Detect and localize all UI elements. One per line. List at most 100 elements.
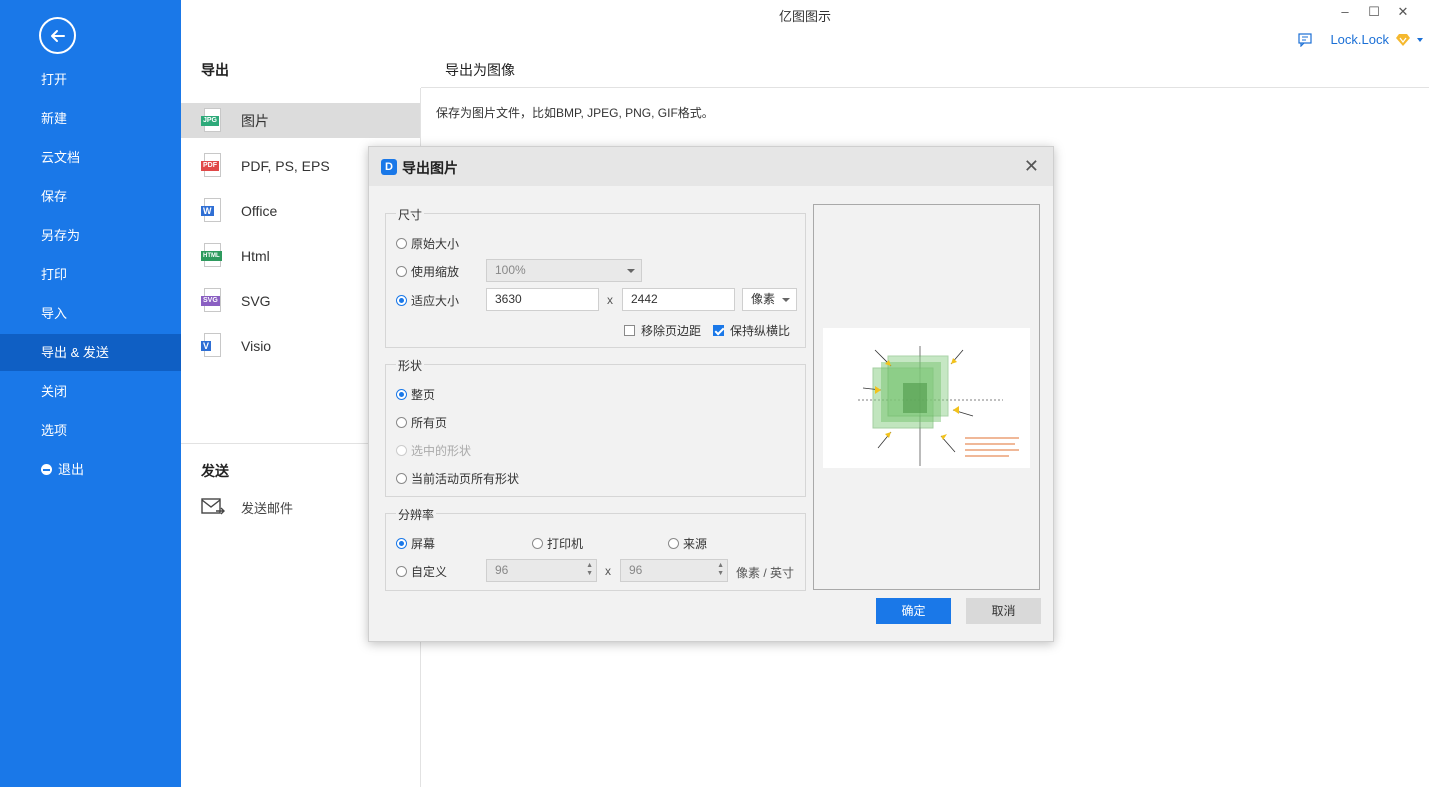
radio-label: 打印机 xyxy=(547,537,584,551)
preview-diagram xyxy=(858,346,1023,466)
width-input[interactable]: 3630 xyxy=(486,288,599,311)
resolution-group-title: 分辨率 xyxy=(396,506,437,523)
export-heading: 导出 xyxy=(201,62,229,78)
send-heading: 发送 xyxy=(201,463,229,479)
user-name[interactable]: Lock.Lock xyxy=(1330,32,1389,47)
radio-icon xyxy=(396,566,407,577)
svg-file-icon: SVG xyxy=(201,287,223,314)
close-icon[interactable]: ✕ xyxy=(1024,156,1039,177)
radio-label: 屏幕 xyxy=(411,537,436,551)
app-logo-icon: D xyxy=(381,159,397,175)
chevron-down-icon[interactable] xyxy=(1417,37,1423,42)
radio-current-page-shapes[interactable]: 当前活动页所有形状 xyxy=(396,470,519,487)
radio-label: 自定义 xyxy=(411,565,448,579)
size-group: 尺寸 原始大小 使用缩放 100% 适应大小 3630 x 2442 像素 移除… xyxy=(385,206,806,348)
zoom-select[interactable]: 100% xyxy=(486,259,642,282)
radio-label: 选中的形状 xyxy=(411,444,472,458)
keep-ratio-checkbox[interactable]: 保持纵横比 xyxy=(713,322,790,339)
radio-icon xyxy=(396,538,407,549)
sidebar-item-cloud-docs[interactable]: 云文档 xyxy=(0,139,181,176)
export-preview xyxy=(813,204,1040,590)
radio-icon xyxy=(396,238,407,249)
dpi-y-value: 96 xyxy=(629,563,643,577)
radio-fit-size[interactable]: 适应大小 xyxy=(396,292,459,309)
dpi-x-value: 96 xyxy=(495,563,509,577)
radio-icon xyxy=(396,473,407,484)
remove-margin-checkbox[interactable]: 移除页边距 xyxy=(624,322,701,339)
radio-icon xyxy=(396,295,407,306)
sidebar-item-exit[interactable]: 退出 xyxy=(0,451,181,488)
content-description: 保存为图片文件，比如BMP, JPEG, PNG, GIF格式。 xyxy=(436,106,714,120)
sidebar-item-print[interactable]: 打印 xyxy=(0,256,181,293)
resolution-group: 分辨率 屏幕 打印机 来源 自定义 96 ▲ ▼ x 96 ▲ ▼ 像素 / 英寸 xyxy=(385,506,806,591)
unit-select[interactable]: 像素 xyxy=(742,288,797,311)
shape-group: 形状 整页 所有页 选中的形状 当前活动页所有形状 xyxy=(385,357,806,497)
dpi-unit-label: 像素 / 英寸 xyxy=(736,566,795,580)
sidebar-item-close[interactable]: 关闭 xyxy=(0,373,181,410)
sidebar-item-save[interactable]: 保存 xyxy=(0,178,181,215)
dpi-y-input[interactable]: 96 ▲ ▼ xyxy=(620,559,728,582)
format-label: Visio xyxy=(241,337,272,354)
unit-value: 像素 xyxy=(751,292,776,306)
format-item-image[interactable]: JPG 图片 xyxy=(181,103,420,138)
radio-printer[interactable]: 打印机 xyxy=(532,535,583,552)
radio-whole-page[interactable]: 整页 xyxy=(396,386,435,403)
radio-label: 使用缩放 xyxy=(411,265,460,279)
radio-source[interactable]: 来源 xyxy=(668,535,707,552)
sidebar-item-import[interactable]: 导入 xyxy=(0,295,181,332)
close-window-button[interactable]: ✕ xyxy=(1393,4,1413,20)
radio-use-zoom[interactable]: 使用缩放 xyxy=(396,263,459,280)
divider xyxy=(421,87,1429,88)
radio-icon xyxy=(668,538,679,549)
sidebar: 打开 新建 云文档 保存 另存为 打印 导入 导出 & 发送 关闭 选项 退出 xyxy=(0,0,181,787)
sidebar-item-options[interactable]: 选项 xyxy=(0,412,181,449)
radio-label: 所有页 xyxy=(411,416,448,430)
radio-label: 原始大小 xyxy=(411,237,460,251)
radio-all-pages[interactable]: 所有页 xyxy=(396,414,447,431)
radio-icon xyxy=(396,266,407,277)
arrow-left-icon xyxy=(50,29,65,42)
send-email-button[interactable]: 发送邮件 xyxy=(201,497,293,517)
sidebar-item-export-send[interactable]: 导出 & 发送 xyxy=(0,334,181,371)
dpi-x-input[interactable]: 96 ▲ ▼ xyxy=(486,559,597,582)
shape-group-title: 形状 xyxy=(396,357,425,374)
radio-icon xyxy=(396,445,407,456)
html-file-icon: HTML xyxy=(201,242,223,269)
jpg-file-icon: JPG xyxy=(201,107,223,134)
format-label: SVG xyxy=(241,292,271,309)
spinner-icon[interactable]: ▲ ▼ xyxy=(586,562,593,578)
radio-icon xyxy=(396,389,407,400)
send-email-label: 发送邮件 xyxy=(241,500,294,516)
pdf-file-icon: PDF xyxy=(201,152,223,179)
export-image-dialog: D 导出图片 ✕ 尺寸 原始大小 使用缩放 100% 适应大小 3630 x 2… xyxy=(368,146,1054,642)
mail-send-icon xyxy=(201,498,225,515)
ok-button[interactable]: 确定 xyxy=(876,598,951,624)
checkbox-label: 移除页边距 xyxy=(641,324,702,338)
x-separator: x xyxy=(605,564,611,578)
exit-icon xyxy=(41,464,52,475)
radio-icon xyxy=(532,538,543,549)
chat-icon[interactable] xyxy=(1298,32,1314,47)
height-input[interactable]: 2442 xyxy=(622,288,735,311)
minimize-button[interactable]: – xyxy=(1335,4,1355,19)
word-file-icon: W xyxy=(201,197,223,224)
back-button[interactable] xyxy=(39,17,76,54)
sidebar-item-open[interactable]: 打开 xyxy=(0,61,181,98)
maximize-button[interactable]: ☐ xyxy=(1364,4,1384,20)
user-area: Lock.Lock xyxy=(1298,32,1423,47)
radio-screen[interactable]: 屏幕 xyxy=(396,535,435,552)
sidebar-item-exit-label: 退出 xyxy=(58,462,85,477)
sidebar-item-save-as[interactable]: 另存为 xyxy=(0,217,181,254)
zoom-value: 100% xyxy=(495,263,526,277)
format-label: Html xyxy=(241,247,270,264)
sidebar-item-new[interactable]: 新建 xyxy=(0,100,181,137)
radio-label: 适应大小 xyxy=(411,294,460,308)
cancel-button[interactable]: 取消 xyxy=(966,598,1041,624)
vip-diamond-icon xyxy=(1396,33,1410,46)
dialog-titlebar: D 导出图片 ✕ xyxy=(369,147,1053,186)
radio-selected-shapes: 选中的形状 xyxy=(396,442,471,459)
radio-custom[interactable]: 自定义 xyxy=(396,563,447,580)
spinner-icon[interactable]: ▲ ▼ xyxy=(717,562,724,578)
format-label: Office xyxy=(241,202,278,219)
radio-original-size[interactable]: 原始大小 xyxy=(396,235,459,252)
